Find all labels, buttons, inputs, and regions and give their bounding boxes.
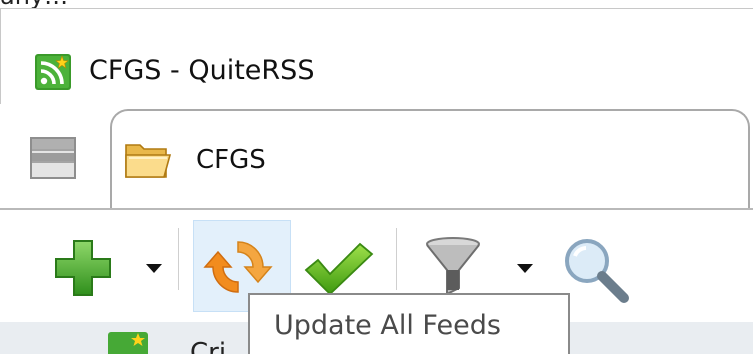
window-title: CFGS - QuiteRSS [89, 55, 315, 86]
refresh-icon[interactable] [203, 232, 273, 302]
tooltip: Update All Feeds [248, 293, 570, 354]
checkmark-icon[interactable] [302, 240, 376, 296]
funnel-icon[interactable] [423, 236, 483, 298]
tab-cfgs[interactable]: CFGS [110, 109, 750, 209]
chevron-down-icon[interactable] [515, 262, 535, 274]
rss-app-icon [35, 54, 71, 90]
tooltip-text: Update All Feeds [274, 310, 501, 341]
plus-icon[interactable] [52, 237, 114, 299]
magnifier-icon[interactable] [560, 234, 630, 304]
quiterss-window: any… CFGS - QuiteRSS CFGS [0, 0, 753, 354]
feeds-panel-toggle-icon[interactable] [30, 136, 76, 180]
feed-list-item-label: Cri [190, 338, 227, 354]
tab-label: CFGS [196, 145, 266, 175]
toolbar-separator [178, 228, 179, 290]
chevron-down-icon[interactable] [144, 262, 164, 274]
title-bar: CFGS - QuiteRSS [0, 8, 753, 105]
clipped-text-above: any… [0, 0, 753, 8]
toolbar-separator [396, 228, 397, 290]
folder-icon [125, 144, 172, 178]
rss-feed-icon [108, 332, 148, 354]
